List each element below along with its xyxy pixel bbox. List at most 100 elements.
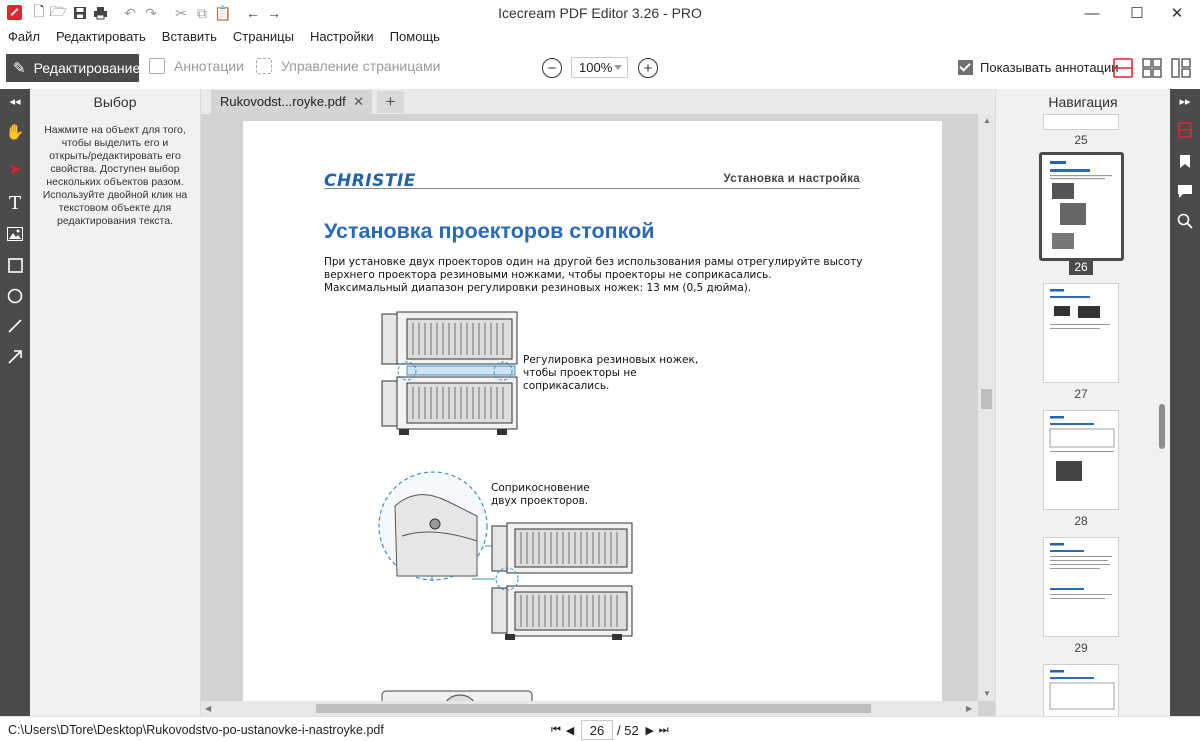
total-pages: / 52 bbox=[617, 722, 639, 738]
navigation-title: Навигация bbox=[1048, 94, 1118, 110]
back-icon[interactable]: ← bbox=[244, 4, 262, 22]
toolbar: ✎ Редактирование Аннотации Управление ст… bbox=[0, 50, 1200, 86]
first-page-icon[interactable]: ⏮ bbox=[549, 721, 563, 739]
page-number-label: 27 bbox=[1074, 387, 1088, 401]
file-path: C:\Users\DTore\Desktop\Rukovodstvo-po-us… bbox=[8, 723, 384, 737]
cut-icon[interactable]: ✂ bbox=[172, 4, 190, 22]
hscroll-thumb[interactable] bbox=[316, 704, 871, 713]
right-tool-strip: ▸▸ bbox=[1170, 89, 1200, 716]
pdf-page[interactable]: CHRISTIE Установка и настройка Установка… bbox=[243, 121, 942, 716]
page-thumbnail[interactable] bbox=[1043, 664, 1119, 716]
menu-file[interactable]: Файл bbox=[8, 26, 47, 48]
menu-bar: Файл Редактировать Вставить Страницы Нас… bbox=[0, 26, 1200, 48]
menu-pages[interactable]: Страницы bbox=[233, 26, 301, 48]
page-thumbnail[interactable] bbox=[1043, 537, 1119, 637]
line-tool-icon[interactable] bbox=[0, 311, 30, 341]
zoom-in-button[interactable]: + bbox=[638, 58, 658, 78]
pencil-icon: ✎ bbox=[13, 60, 26, 77]
rectangle-tool-icon[interactable] bbox=[0, 250, 30, 280]
single-page-view-icon[interactable] bbox=[1112, 57, 1134, 79]
page-thumbnail[interactable] bbox=[1043, 283, 1119, 383]
scroll-left-icon[interactable]: ◀ bbox=[205, 704, 211, 713]
prev-page-icon[interactable]: ◀ bbox=[563, 721, 577, 739]
select-tool-icon[interactable]: ➤ bbox=[0, 154, 30, 184]
header-divider bbox=[324, 188, 860, 189]
pages-mode-label: Управление страницами bbox=[281, 58, 441, 74]
pages-mode-button[interactable]: Управление страницами bbox=[256, 58, 441, 74]
menu-insert[interactable]: Вставить bbox=[162, 26, 224, 48]
zoom-out-button[interactable]: − bbox=[542, 58, 562, 78]
menu-edit[interactable]: Редактировать bbox=[56, 26, 153, 48]
document-viewport[interactable]: CHRISTIE Установка и настройка Установка… bbox=[201, 114, 995, 716]
scroll-thumb[interactable] bbox=[981, 389, 992, 409]
scroll-up-icon[interactable]: ▲ bbox=[983, 116, 991, 125]
expand-panel-icon[interactable]: ▸▸ bbox=[1170, 89, 1200, 113]
tab-document[interactable]: Rukovodst...royke.pdf ✕ bbox=[211, 90, 372, 114]
status-bar: C:\Users\DTore\Desktop\Rukovodstvo-po-us… bbox=[0, 716, 1200, 741]
checkbox-checked-icon[interactable] bbox=[958, 60, 973, 75]
title-bar: 🗋 🗁 ↶ ↷ ✂ ⧉ 📋 ← → Icecream PDF Editor 3.… bbox=[0, 0, 1200, 26]
hand-tool-icon[interactable]: ✋ bbox=[0, 117, 30, 147]
document-vertical-scrollbar[interactable]: ▲ ▼ bbox=[978, 114, 995, 701]
paste-icon[interactable]: 📋 bbox=[214, 4, 232, 22]
navigation-scrollbar[interactable] bbox=[1155, 114, 1168, 716]
page-heading: Установка проекторов стопкой bbox=[324, 219, 655, 243]
tab-bar: Rukovodst...royke.pdf ✕ + bbox=[201, 89, 995, 114]
menu-settings[interactable]: Настройки bbox=[310, 26, 381, 48]
page-thumbnail[interactable] bbox=[1043, 114, 1119, 130]
callout-feet-adjust: Регулировка резиновых ножек, чтобы проек… bbox=[523, 354, 699, 392]
zoom-select[interactable]: 100% bbox=[571, 57, 628, 78]
next-page-icon[interactable]: ▶ bbox=[643, 721, 657, 739]
search-icon[interactable] bbox=[1170, 206, 1200, 236]
selected-page-number: 26 bbox=[1069, 260, 1093, 275]
bookmark-icon[interactable] bbox=[1170, 146, 1200, 176]
minimize-button[interactable]: — bbox=[1069, 0, 1115, 26]
page-thumbnail-selected[interactable] bbox=[1039, 152, 1124, 261]
app-logo-icon bbox=[7, 5, 22, 20]
grid-view-icon[interactable] bbox=[1170, 57, 1192, 79]
close-icon[interactable]: ✕ bbox=[353, 94, 364, 110]
navigation-scroll-thumb[interactable] bbox=[1159, 404, 1165, 449]
redo-icon[interactable]: ↷ bbox=[142, 4, 160, 22]
edit-mode-label: Редактирование bbox=[33, 60, 141, 76]
zoom-value: 100% bbox=[579, 60, 613, 75]
page-header: Установка и настройка bbox=[723, 173, 860, 185]
annotations-mode-button[interactable]: Аннотации bbox=[149, 58, 244, 74]
page-number-label: 28 bbox=[1074, 514, 1088, 528]
open-folder-icon[interactable]: 🗁 bbox=[49, 3, 67, 22]
comment-icon[interactable] bbox=[1170, 176, 1200, 206]
text-tool-icon[interactable]: T bbox=[0, 188, 30, 218]
undo-icon[interactable]: ↶ bbox=[121, 4, 139, 22]
new-document-icon[interactable]: 🗋 bbox=[30, 3, 48, 22]
edit-mode-button[interactable]: ✎ Редактирование bbox=[6, 54, 141, 82]
page-thumbnails-icon[interactable] bbox=[1170, 115, 1200, 145]
two-page-view-icon[interactable] bbox=[1141, 57, 1163, 79]
close-button[interactable]: ✕ bbox=[1154, 0, 1200, 26]
pages-grid-icon bbox=[256, 58, 272, 74]
ellipse-tool-icon[interactable] bbox=[0, 281, 30, 311]
new-tab-button[interactable]: + bbox=[377, 91, 404, 113]
menu-help[interactable]: Помощь bbox=[390, 26, 447, 48]
arrow-tool-icon[interactable] bbox=[0, 342, 30, 372]
image-tool-icon[interactable] bbox=[0, 219, 30, 249]
scroll-down-icon[interactable]: ▼ bbox=[983, 689, 991, 698]
forward-icon[interactable]: → bbox=[265, 4, 283, 22]
print-icon[interactable] bbox=[91, 4, 109, 22]
current-page-input[interactable]: 26 bbox=[581, 720, 613, 740]
copy-icon[interactable]: ⧉ bbox=[193, 4, 211, 22]
properties-panel: Выбор Нажмите на объект для того, чтобы … bbox=[30, 89, 201, 716]
scroll-right-icon[interactable]: ▶ bbox=[966, 704, 972, 713]
page-number-label: 29 bbox=[1074, 641, 1088, 655]
show-annotations-toggle[interactable]: Показывать аннотации bbox=[958, 60, 1119, 75]
save-icon[interactable] bbox=[71, 4, 89, 22]
last-page-icon[interactable]: ⏭ bbox=[657, 721, 671, 739]
annotations-mode-label: Аннотации bbox=[174, 58, 244, 74]
page-body-text: При установке двух проекторов один на др… bbox=[324, 256, 863, 294]
tab-label: Rukovodst...royke.pdf bbox=[220, 94, 346, 109]
page-thumbnail[interactable] bbox=[1043, 410, 1119, 510]
chevron-down-icon bbox=[614, 65, 622, 70]
document-horizontal-scrollbar[interactable]: ◀ ▶ bbox=[201, 701, 978, 716]
page-number-label: 25 bbox=[1074, 133, 1088, 147]
comment-icon bbox=[149, 58, 165, 74]
collapse-panel-icon[interactable]: ◂◂ bbox=[0, 89, 30, 113]
